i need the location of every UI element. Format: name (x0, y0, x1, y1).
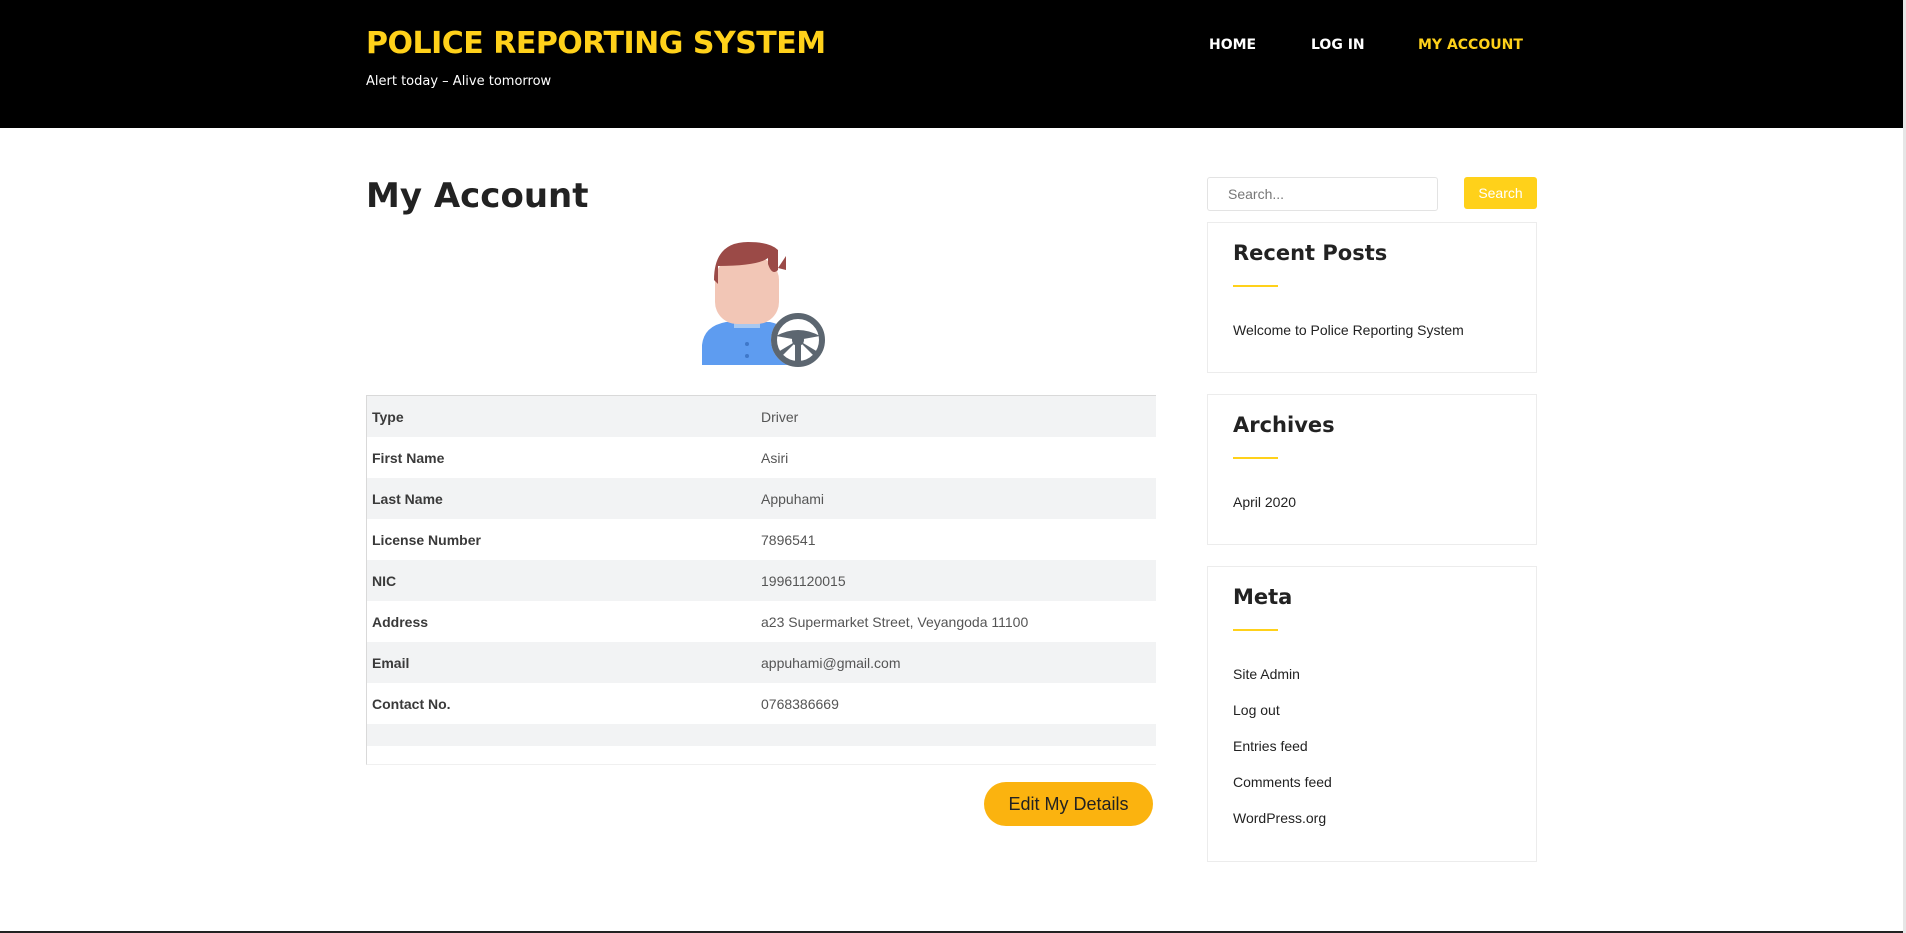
table-row: Contact No. 0768386669 (367, 683, 1156, 724)
detail-value: Appuhami (761, 490, 825, 507)
table-footer (366, 743, 1156, 765)
detail-label: First Name (372, 449, 445, 466)
detail-label: Contact No. (372, 695, 451, 712)
detail-value: a23 Supermarket Street, Veyangoda 11100 (761, 613, 1029, 630)
widget-title-underline (1233, 629, 1278, 631)
nav-home[interactable]: HOME (1209, 37, 1256, 57)
widget-title: Archives (1233, 413, 1335, 437)
detail-value: appuhami@gmail.com (761, 654, 901, 671)
widget-title-underline (1233, 457, 1278, 459)
meta-link-wordpress-org[interactable]: WordPress.org (1233, 810, 1326, 826)
nav-my-account[interactable]: MY ACCOUNT (1418, 37, 1523, 57)
detail-value: 7896541 (761, 531, 816, 548)
archives-widget: Archives April 2020 (1207, 394, 1537, 545)
account-details-table: Type Driver First Name Asiri Last Name A… (366, 395, 1156, 746)
detail-label: Last Name (372, 490, 443, 507)
table-row: NIC 19961120015 (367, 560, 1156, 601)
search-button[interactable]: Search (1464, 177, 1537, 209)
page-title: My Account (366, 176, 589, 216)
recent-posts-widget: Recent Posts Welcome to Police Reporting… (1207, 222, 1537, 373)
site-header: POLICE REPORTING SYSTEM Alert today – Al… (0, 0, 1903, 128)
detail-label: NIC (372, 572, 397, 589)
detail-value: 0768386669 (761, 695, 839, 712)
edit-my-details-button[interactable]: Edit My Details (984, 782, 1153, 826)
detail-value: Asiri (761, 449, 789, 466)
widget-title: Meta (1233, 585, 1293, 609)
archive-link[interactable]: April 2020 (1233, 494, 1296, 510)
table-row: License Number 7896541 (367, 519, 1156, 560)
detail-label: License Number (372, 531, 481, 548)
widget-title: Recent Posts (1233, 241, 1388, 265)
nav-log-in[interactable]: LOG IN (1311, 37, 1365, 57)
detail-value: Driver (761, 408, 799, 425)
table-row: Address a23 Supermarket Street, Veyangod… (367, 601, 1156, 642)
meta-widget: Meta Site Admin Log out Entries feed Com… (1207, 566, 1537, 862)
widget-title-underline (1233, 285, 1278, 287)
driver-avatar-icon (698, 240, 826, 368)
detail-label: Type (372, 408, 404, 425)
table-row: First Name Asiri (367, 437, 1156, 478)
site-title[interactable]: POLICE REPORTING SYSTEM (366, 26, 826, 61)
search-input[interactable] (1207, 177, 1438, 211)
recent-post-link[interactable]: Welcome to Police Reporting System (1233, 322, 1464, 338)
table-row: Email appuhami@gmail.com (367, 642, 1156, 683)
site-tagline: Alert today – Alive tomorrow (366, 74, 552, 89)
meta-link-site-admin[interactable]: Site Admin (1233, 666, 1300, 682)
meta-link-log-out[interactable]: Log out (1233, 702, 1280, 718)
detail-label: Email (372, 654, 410, 671)
meta-link-entries-feed[interactable]: Entries feed (1233, 738, 1308, 754)
meta-link-comments-feed[interactable]: Comments feed (1233, 774, 1332, 790)
table-row: Last Name Appuhami (367, 478, 1156, 519)
table-row: Type Driver (367, 396, 1156, 437)
detail-label: Address (372, 613, 429, 630)
detail-value: 19961120015 (761, 572, 846, 589)
